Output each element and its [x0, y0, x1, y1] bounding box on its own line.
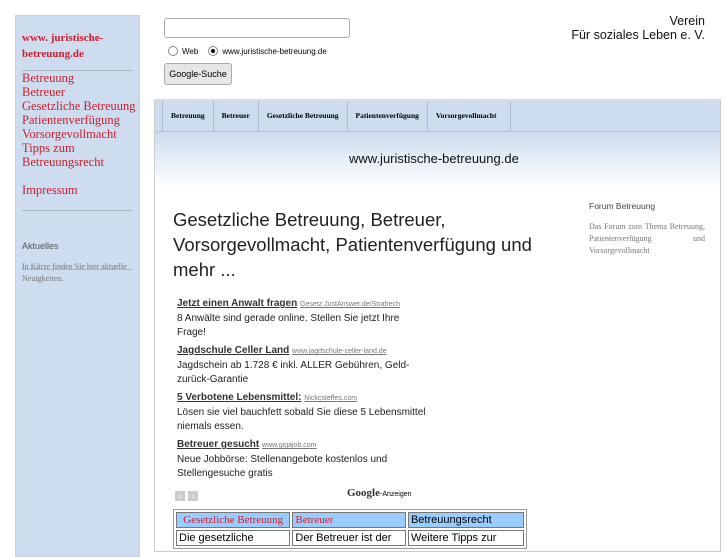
- site-link[interactable]: www. juristische-betreuung.de: [22, 30, 134, 62]
- ad-text: Lösen sie viel bauchfett sobald Sie dies…: [177, 407, 426, 432]
- tab-patientenverfuegung[interactable]: Patientenverfügung: [346, 101, 427, 131]
- page-title: Gesetzliche Betreuung, Betreuer, Vorsorg…: [173, 209, 532, 280]
- sidebar-item-betreuung[interactable]: Betreuung: [22, 71, 136, 85]
- tab-vorsorgevollmacht[interactable]: Vorsorgevollmacht: [426, 101, 512, 131]
- table-cell: Die gesetzliche: [176, 530, 291, 546]
- sidebar-item-impressum[interactable]: Impressum: [22, 183, 136, 197]
- news-text: In Kürze finden Sie hier aktuelle Neuigk…: [22, 262, 127, 283]
- left-sidebar: www. juristische-betreuung.de Betreuung …: [15, 15, 140, 557]
- ad-text: 8 Anwälte sind gerade online. Stellen Si…: [177, 313, 400, 338]
- org-line2: Für soziales Leben e. V.: [571, 28, 705, 42]
- chevron-right-icon[interactable]: ›: [188, 491, 198, 501]
- table-header: Betreuungsrecht: [407, 512, 524, 528]
- ad-title[interactable]: 5 Verbotene Lebensmittel:: [177, 392, 301, 403]
- ad-url[interactable]: www.jagdschule-celler-land.de: [292, 348, 387, 355]
- sidebar-item-patientenverfuegung[interactable]: Patientenverfügung: [22, 113, 136, 127]
- topic-table: Gesetzliche Betreuung Betreuer Betreuung…: [173, 509, 527, 549]
- ad-text: Neue Jobbörse: Stellenangebote kostenlos…: [177, 454, 388, 479]
- tab-betreuung[interactable]: Betreuung: [162, 101, 213, 131]
- news-title: Aktuelles: [22, 241, 59, 251]
- ads-label: -Anzeigen: [380, 491, 412, 498]
- org-name: Verein Für soziales Leben e. V.: [571, 14, 705, 42]
- chevron-left-icon[interactable]: ‹: [175, 491, 185, 501]
- google-ads-label[interactable]: Google-Anzeigen: [347, 487, 412, 499]
- ad-item: Betreuer gesucht www.gigajob.com Neue Job…: [177, 438, 427, 481]
- table-cell: Weitere Tipps zur: [407, 530, 524, 546]
- google-logo: Google: [347, 487, 380, 499]
- search-scope: Web www.juristische-betreuung.de: [168, 46, 327, 56]
- forum-text: Das Forum zum Thema Betreuung, Patienten…: [589, 222, 705, 255]
- ad-title[interactable]: Jagdschule Celler Land: [177, 345, 289, 356]
- ad-pager: ‹ ›: [175, 486, 201, 504]
- google-search-button[interactable]: Google-Suche: [164, 63, 232, 85]
- radio-site-label: www.juristische-betreuung.de: [222, 46, 327, 56]
- sidebar-nav: Betreuung Betreuer Gesetzliche Betreuung…: [22, 71, 136, 197]
- search-input[interactable]: [164, 18, 350, 38]
- ad-text: Jagdschein ab 1.728 € inkl. ALLER Gebühr…: [177, 360, 410, 385]
- divider: [22, 269, 133, 270]
- ad-item: Jagdschule Celler Land www.jagdschule-ce…: [177, 344, 427, 387]
- table-cell: Der Betreuer ist der: [292, 530, 406, 546]
- ad-url[interactable]: Nickcsteffes.com: [304, 395, 357, 402]
- tab-gesetzliche-betreuung[interactable]: Gesetzliche Betreuung: [257, 101, 347, 131]
- tab-betreuer[interactable]: Betreuer: [212, 101, 258, 131]
- sidebar-item-vorsorgevollmacht[interactable]: Vorsorgevollmacht: [22, 127, 136, 141]
- ad-item: Jetzt einen Anwalt fragen Gesetz.JustAns…: [177, 297, 427, 340]
- sidebar-item-tipps[interactable]: Tipps zum Betreuungsrecht: [22, 141, 104, 169]
- sidebar-item-gesetzliche-betreuung[interactable]: Gesetzliche Betreuung: [22, 99, 136, 113]
- table-header[interactable]: Betreuer: [292, 512, 406, 528]
- divider: [22, 210, 133, 211]
- main-content: Betreuung Betreuer Gesetzliche Betreuung…: [154, 99, 721, 552]
- radio-web[interactable]: [168, 46, 178, 56]
- ad-item: 5 Verbotene Lebensmittel: Nickcsteffes.c…: [177, 391, 427, 434]
- ad-url[interactable]: Gesetz.JustAnswer.de/Strafrech: [300, 301, 400, 308]
- org-line1: Verein: [669, 14, 705, 28]
- banner-text: www.juristische-betreuung.de: [349, 151, 519, 166]
- sidebar-item-betreuer[interactable]: Betreuer: [22, 85, 136, 99]
- ad-title[interactable]: Betreuer gesucht: [177, 439, 259, 450]
- radio-web-label: Web: [182, 46, 199, 56]
- forum-title[interactable]: Forum Betreuung: [589, 201, 655, 211]
- table-header[interactable]: Gesetzliche Betreuung: [176, 512, 291, 528]
- banner: www.juristische-betreuung.de: [155, 132, 720, 187]
- ad-title[interactable]: Jetzt einen Anwalt fragen: [177, 298, 297, 309]
- top-nav: Betreuung Betreuer Gesetzliche Betreuung…: [155, 101, 720, 132]
- ad-url[interactable]: www.gigajob.com: [262, 442, 316, 449]
- radio-site[interactable]: [208, 46, 219, 56]
